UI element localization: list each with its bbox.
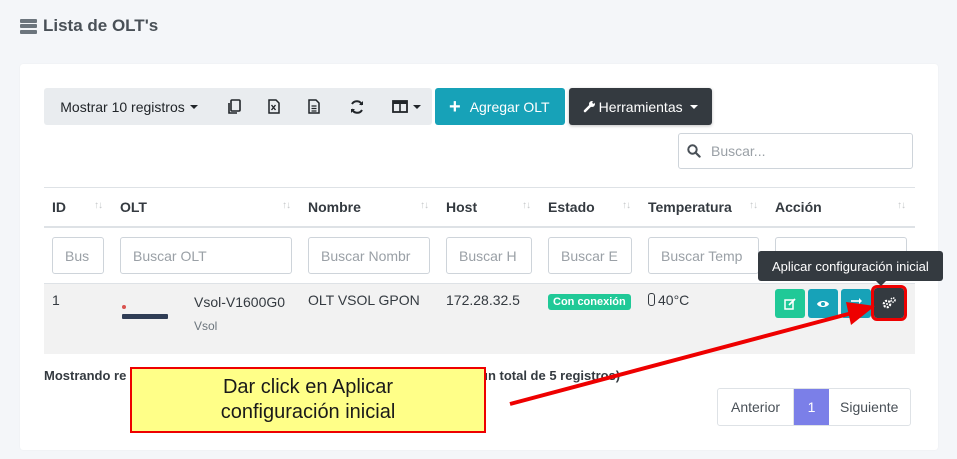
cell-olt: Vsol-V1600G0 Vsol (112, 283, 300, 354)
sort-icon: ↑↓ (749, 200, 758, 211)
wrench-icon (583, 101, 595, 113)
cell-id: 1 (44, 283, 112, 354)
column-header-temperatura[interactable]: Temperatura ↑↓ (640, 187, 767, 228)
cell-nombre: OLT VSOL GPON (300, 283, 438, 354)
add-olt-button[interactable]: + Agregar OLT (435, 88, 565, 125)
sort-icon: ↑↓ (897, 200, 906, 211)
sort-icon: ↑↓ (282, 200, 291, 211)
table-toolbar: Mostrar 10 registros + Agregar OLT Herra… (44, 88, 712, 125)
excel-icon (268, 99, 280, 114)
columns-button[interactable] (380, 88, 432, 125)
thermometer-icon (648, 293, 655, 306)
plus-icon: + (449, 95, 461, 118)
global-search (678, 133, 913, 169)
apply-initial-config-button[interactable] (871, 285, 907, 321)
column-header-olt[interactable]: OLT ↑↓ (112, 187, 300, 228)
column-header-accion[interactable]: Acción ↑↓ (767, 187, 915, 228)
page-title: Lista de OLT's (43, 16, 159, 35)
swap-button[interactable] (841, 289, 871, 318)
olt-device-image (122, 305, 168, 319)
filter-id-input[interactable] (52, 237, 104, 274)
cell-estado: Con conexión (540, 283, 640, 354)
show-records-dropdown[interactable]: Mostrar 10 registros (44, 88, 214, 125)
global-search-input[interactable] (709, 142, 893, 160)
callout-line-2: configuración inicial (220, 401, 396, 423)
eye-icon (817, 300, 829, 307)
records-info-left: Mostrando re (44, 368, 127, 383)
copy-button[interactable] (214, 88, 254, 125)
records-info-right: un total de 5 registros) (480, 368, 621, 383)
pagination: Anterior 1 Siguiente (717, 388, 912, 426)
refresh-icon (351, 99, 363, 114)
columns-icon (391, 100, 408, 113)
temperature-value: 40°C (658, 292, 690, 308)
table-header-row: ID ↑↓ OLT ↑↓ Nombre ↑↓ Host ↑↓ Estado ↑↓ Temp… (44, 187, 915, 228)
server-icon (20, 18, 37, 34)
instruction-callout: Dar click en Aplicar configuración inici… (130, 367, 486, 433)
sort-icon: ↑↓ (522, 200, 531, 211)
caret-down-icon (189, 104, 198, 109)
column-header-estado[interactable]: Estado ↑↓ (540, 187, 640, 228)
olt-brand: Vsol (194, 319, 218, 333)
csv-icon (308, 99, 320, 114)
filter-olt-input[interactable] (120, 237, 292, 274)
filter-temperatura-input[interactable] (648, 237, 759, 274)
cogs-icon (882, 297, 896, 309)
caret-down-icon (689, 104, 698, 109)
csv-button[interactable] (294, 88, 334, 125)
filter-nombre-input[interactable] (308, 237, 430, 274)
callout-line-1: Dar click en Aplicar (222, 376, 394, 398)
sort-icon: ↑↓ (94, 200, 103, 211)
search-icon (679, 144, 709, 158)
add-olt-label: Agregar OLT (469, 98, 550, 115)
olt-model: Vsol-V1600G0 (194, 294, 286, 310)
edit-icon (784, 297, 796, 310)
filter-host-input[interactable] (446, 237, 532, 274)
page-header: Lista de OLT's (20, 14, 158, 38)
tools-label: Herramientas (598, 98, 683, 115)
status-badge: Con conexión (548, 294, 631, 310)
view-button[interactable] (808, 289, 838, 318)
apply-config-tooltip: Aplicar configuración inicial (758, 251, 943, 286)
cell-host: 172.28.32.5 (438, 283, 540, 354)
column-header-host[interactable]: Host ↑↓ (438, 187, 540, 228)
filter-estado-input[interactable] (548, 237, 632, 274)
tools-dropdown-button[interactable]: Herramientas (568, 88, 712, 125)
excel-button[interactable] (254, 88, 294, 125)
pagination-next-button[interactable]: Siguiente (829, 389, 910, 425)
pagination-page-1[interactable]: 1 (794, 389, 830, 425)
column-header-id[interactable]: ID ↑↓ (44, 187, 112, 228)
sort-icon: ↑↓ (622, 200, 631, 211)
pagination-prev-button[interactable]: Anterior (718, 389, 795, 425)
edit-button[interactable] (775, 289, 805, 318)
cell-temperatura: 40°C (640, 283, 767, 354)
refresh-button[interactable] (334, 88, 380, 125)
exchange-icon (850, 298, 862, 309)
copy-icon (228, 98, 241, 114)
column-header-nombre[interactable]: Nombre ↑↓ (300, 187, 438, 228)
sort-icon: ↑↓ (420, 200, 429, 211)
show-records-label: Mostrar 10 registros (60, 98, 185, 115)
export-button-group: Mostrar 10 registros (44, 88, 432, 125)
caret-down-icon (412, 104, 421, 109)
